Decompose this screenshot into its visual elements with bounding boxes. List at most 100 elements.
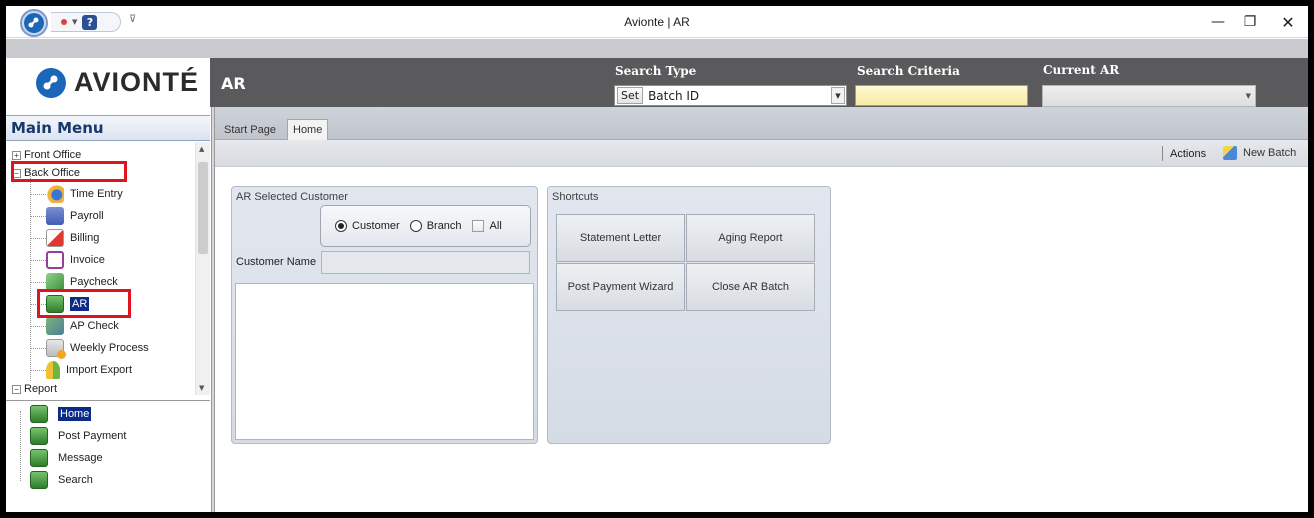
minimize-button[interactable]: —	[1203, 11, 1233, 33]
scroll-down-icon[interactable]: ▼	[199, 384, 204, 392]
tree-line	[20, 411, 21, 481]
tree-line	[31, 194, 46, 195]
customer-radio[interactable]	[335, 220, 347, 232]
menu-item-label: Invoice	[70, 254, 105, 266]
all-checkbox-label: All	[489, 220, 502, 232]
sub-menu-item-home[interactable]: Home	[30, 403, 92, 425]
customer-radio-label: Customer	[352, 220, 400, 232]
sub-menu-tree: Home Post Payment Message Search	[6, 400, 210, 512]
ledger-icon	[30, 405, 48, 423]
billing-icon	[46, 229, 64, 247]
collapse-icon[interactable]: −	[12, 384, 21, 394]
left-navigation-panel: Main Menu + Front Office − Back Office T…	[6, 107, 212, 512]
menu-item-payroll[interactable]: Payroll	[46, 205, 104, 227]
menu-item-invoice[interactable]: Invoice	[46, 249, 105, 271]
ledger-icon	[30, 449, 48, 467]
new-batch-button[interactable]: New Batch	[1223, 146, 1296, 160]
clock-icon	[46, 185, 64, 203]
menu-item-label: Billing	[70, 232, 100, 244]
sub-menu-item-message[interactable]: Message	[30, 447, 103, 469]
current-ar-label: Current AR	[1043, 63, 1120, 77]
sub-menu-item-label: Post Payment	[58, 430, 127, 442]
sub-menu-item-post-payment[interactable]: Post Payment	[30, 425, 126, 447]
tree-line	[31, 238, 46, 239]
tree-group-front-office[interactable]: + Front Office	[12, 148, 81, 162]
close-button[interactable]: ✕	[1273, 11, 1303, 33]
customer-list[interactable]	[235, 283, 534, 440]
tab-home[interactable]: Home	[287, 119, 329, 140]
scroll-thumb[interactable]	[198, 162, 208, 254]
all-checkbox[interactable]	[471, 220, 484, 232]
branch-radio[interactable]	[409, 220, 422, 232]
app-window: ▼ ? ⊽ Avionte | AR — ❐ ✕ AVIONTÉ AR Sear…	[6, 6, 1308, 512]
ribbon-strip	[6, 39, 1308, 58]
ar-selected-customer-panel: AR Selected Customer Customer Branch All…	[231, 186, 538, 444]
ledger-icon	[30, 427, 48, 445]
restore-button[interactable]: ❐	[1235, 11, 1265, 33]
tree-line	[31, 348, 46, 349]
action-bar: Actions New Batch	[215, 140, 1308, 167]
tree-line	[31, 282, 46, 283]
set-button[interactable]: Set	[617, 87, 644, 104]
search-criteria-input[interactable]	[855, 85, 1028, 106]
expand-icon[interactable]: +	[12, 150, 21, 160]
tree-line	[30, 168, 31, 381]
menu-item-label: Time Entry	[70, 188, 123, 200]
shortcuts-panel: Shortcuts Statement Letter Aging Report …	[547, 186, 831, 444]
menu-item-label: AP Check	[70, 320, 119, 332]
menu-item-label: Payroll	[70, 210, 104, 222]
invoice-icon	[46, 251, 64, 269]
ap-check-icon	[46, 317, 64, 335]
search-type-value: Batch ID	[648, 88, 700, 103]
aging-report-button[interactable]: Aging Report	[686, 214, 815, 262]
main-content: Start Page Home Actions New Batch AR Sel…	[215, 107, 1308, 512]
customer-name-label: Customer Name	[236, 256, 317, 268]
actions-label: Actions	[1170, 148, 1207, 160]
tree-group-label: Report	[24, 383, 58, 395]
menu-item-label: Paycheck	[70, 276, 118, 288]
menu-item-time-entry[interactable]: Time Entry	[46, 183, 123, 205]
tab-bar: Start Page Home	[215, 107, 1308, 140]
new-batch-icon	[1223, 146, 1237, 160]
branch-radio-label: Branch	[426, 220, 462, 232]
statement-letter-button[interactable]: Statement Letter	[556, 214, 685, 262]
title-bar: ▼ ? ⊽ Avionte | AR — ❐ ✕	[6, 6, 1308, 38]
divider	[1162, 146, 1163, 161]
module-title: AR	[221, 74, 246, 93]
logo-text: AVIONTÉ	[74, 67, 200, 97]
search-type-label: Search Type	[615, 64, 697, 78]
tree-group-label: Front Office	[24, 149, 82, 161]
current-ar-select[interactable]: ▼	[1042, 85, 1256, 107]
ledger-icon	[30, 471, 48, 489]
tab-start-page[interactable]: Start Page	[219, 119, 281, 140]
chevron-down-icon[interactable]: ▼	[1246, 92, 1251, 100]
sub-menu-item-label: Message	[58, 452, 103, 464]
highlight-box-ar	[37, 289, 131, 318]
menu-item-billing[interactable]: Billing	[46, 227, 99, 249]
panel-title: Shortcuts	[552, 191, 599, 203]
menu-item-weekly-process[interactable]: Weekly Process	[46, 337, 149, 359]
close-ar-batch-button[interactable]: Close AR Batch	[686, 263, 815, 311]
avionte-logo: AVIONTÉ	[6, 58, 210, 107]
search-criteria-label: Search Criteria	[857, 64, 960, 78]
tree-line	[31, 326, 46, 327]
menu-item-ap-check[interactable]: AP Check	[46, 315, 119, 337]
tree-line	[31, 216, 46, 217]
customer-name-field[interactable]	[321, 251, 530, 274]
logo-mark-icon	[36, 67, 66, 98]
sub-menu-item-search[interactable]: Search	[30, 469, 93, 491]
menu-item-import-export[interactable]: Import Export	[46, 359, 132, 381]
tree-group-report[interactable]: − Report	[12, 382, 57, 395]
window-title: Avionte | AR	[624, 15, 690, 29]
search-type-select[interactable]: Set Batch ID ▼	[614, 85, 847, 106]
post-payment-wizard-button[interactable]: Post Payment Wizard	[556, 263, 685, 311]
chevron-down-icon[interactable]: ▼	[831, 87, 845, 104]
menu-scrollbar[interactable]: ▲ ▼	[195, 142, 210, 395]
menu-item-label: Import Export	[66, 364, 133, 376]
calculator-icon	[46, 207, 64, 225]
main-menu-title: Main Menu	[6, 115, 210, 141]
scroll-up-icon[interactable]: ▲	[199, 145, 204, 153]
app-header: AVIONTÉ AR Search Type Set Batch ID ▼ Se…	[6, 58, 1308, 107]
tree-line	[31, 370, 46, 371]
weekly-process-icon	[46, 339, 66, 359]
